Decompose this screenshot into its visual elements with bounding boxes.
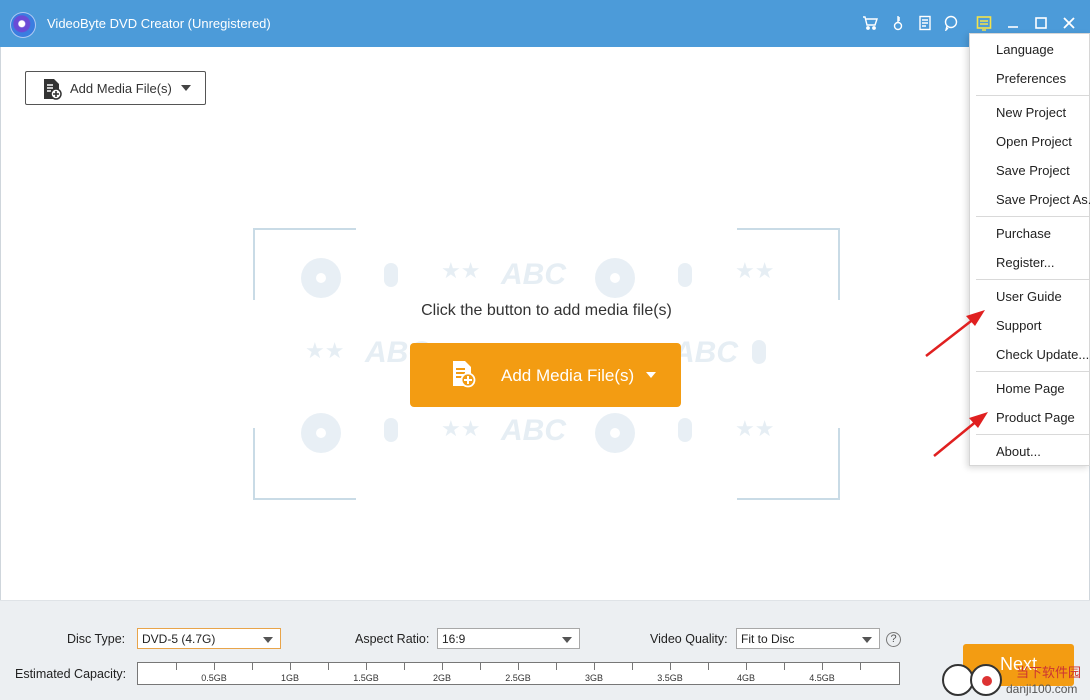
add-media-button-center[interactable]: Add Media File(s) [410,343,681,407]
aspect-ratio-select[interactable]: 16:9 [437,628,580,649]
estimated-capacity-label: Estimated Capacity: [15,667,127,681]
app-logo-icon [10,12,36,38]
chat-icon[interactable] [942,13,962,33]
menu-item-open-project[interactable]: Open Project [996,134,1072,149]
add-media-label: Add Media File(s) [501,366,635,385]
stars-icon: ★★ [735,258,775,283]
chevron-down-icon [263,637,273,643]
capacity-tick-label: 0.5GB [201,673,227,683]
disc-type-select[interactable]: DVD-5 (4.7G) [137,628,281,649]
chevron-down-icon [562,637,572,643]
title-bar: VideoByte DVD Creator (Unregistered) [0,0,1090,47]
close-icon[interactable] [1059,13,1079,33]
abc-watermark: ABC [501,258,566,291]
key-icon[interactable] [888,13,908,33]
menu-item-save-project[interactable]: Save Project [996,163,1070,178]
capacity-tick-label: 4GB [736,673,756,683]
menu-item-new-project[interactable]: New Project [996,105,1066,120]
microphone-icon [678,418,692,442]
menu-item-user-guide[interactable]: User Guide [996,289,1062,304]
menu-icon[interactable] [974,13,994,33]
video-quality-label: Video Quality: [650,632,728,646]
menu-separator [976,434,1089,435]
menu-separator [976,279,1089,280]
video-quality-value: Fit to Disc [741,632,795,646]
cart-icon[interactable] [860,13,880,33]
main-menu-dropdown: Language Preferences New Project Open Pr… [969,33,1090,466]
disc-type-value: DVD-5 (4.7G) [142,632,216,646]
capacity-bar: 0.5GB 1GB 1.5GB 2GB 2.5GB 3GB 3.5GB 4GB … [137,662,900,685]
menu-item-support[interactable]: Support [996,318,1042,333]
aspect-ratio-value: 16:9 [442,632,466,646]
menu-separator [976,371,1089,372]
menu-item-language[interactable]: Language [996,42,1054,57]
microphone-icon [678,263,692,287]
add-file-icon [42,78,62,103]
add-media-button-toolbar[interactable]: Add Media File(s) [25,71,206,105]
watermark-cn-text: 当下软件园 [1016,665,1082,680]
site-watermark: 当下软件园 danji100.com [940,658,1090,700]
stars-icon: ★★ [441,258,481,283]
main-area: Add Media File(s) ★★ ABC ★★ ★★ ABC ABC ★… [0,47,1090,600]
menu-item-register[interactable]: Register... [996,255,1055,270]
dropdown-caret-icon[interactable] [181,85,191,91]
help-icon[interactable]: ? [886,632,901,647]
stars-icon: ★★ [305,338,345,363]
menu-item-save-project-as[interactable]: Save Project As... [996,192,1090,207]
capacity-tick-label: 1GB [280,673,300,683]
film-reel-icon [595,258,635,298]
menu-separator [976,216,1089,217]
microphone-icon [752,340,766,364]
menu-item-product-page[interactable]: Product Page [996,410,1075,425]
minimize-icon[interactable] [1003,13,1023,33]
abc-watermark: ABC [501,414,566,447]
document-icon[interactable] [915,13,935,33]
microphone-icon [384,418,398,442]
add-media-prompt: Click the button to add media file(s) [421,302,672,319]
window-title: VideoByte DVD Creator (Unregistered) [47,16,271,31]
stars-icon: ★★ [441,416,481,441]
stars-icon: ★★ [735,416,775,441]
watermark-url: danji100.com [1006,682,1078,696]
capacity-tick-label: 1.5GB [353,673,379,683]
capacity-tick-label: 4.5GB [809,673,835,683]
film-reel-icon [301,258,341,298]
menu-item-preferences[interactable]: Preferences [996,71,1066,86]
bottom-panel: Disc Type: DVD-5 (4.7G) Aspect Ratio: 16… [0,600,1090,700]
abc-watermark: ABC [673,336,738,369]
aspect-ratio-label: Aspect Ratio: [355,632,430,646]
video-quality-select[interactable]: Fit to Disc [736,628,880,649]
maximize-icon[interactable] [1031,13,1051,33]
dropdown-caret-icon[interactable] [646,372,656,378]
menu-item-home-page[interactable]: Home Page [996,381,1065,396]
menu-item-about[interactable]: About... [996,444,1041,459]
capacity-tick-label: 3.5GB [657,673,683,683]
chevron-down-icon [862,637,872,643]
film-reel-icon [301,413,341,453]
menu-item-check-update[interactable]: Check Update... [996,347,1089,362]
microphone-icon [384,263,398,287]
capacity-tick-label: 2GB [432,673,452,683]
menu-item-purchase[interactable]: Purchase [996,226,1051,241]
add-file-icon [450,360,476,391]
film-reel-icon [595,413,635,453]
add-media-label: Add Media File(s) [70,81,172,96]
capacity-tick-label: 2.5GB [505,673,531,683]
capacity-tick-label: 3GB [584,673,604,683]
disc-type-label: Disc Type: [67,632,126,646]
menu-separator [976,95,1089,96]
